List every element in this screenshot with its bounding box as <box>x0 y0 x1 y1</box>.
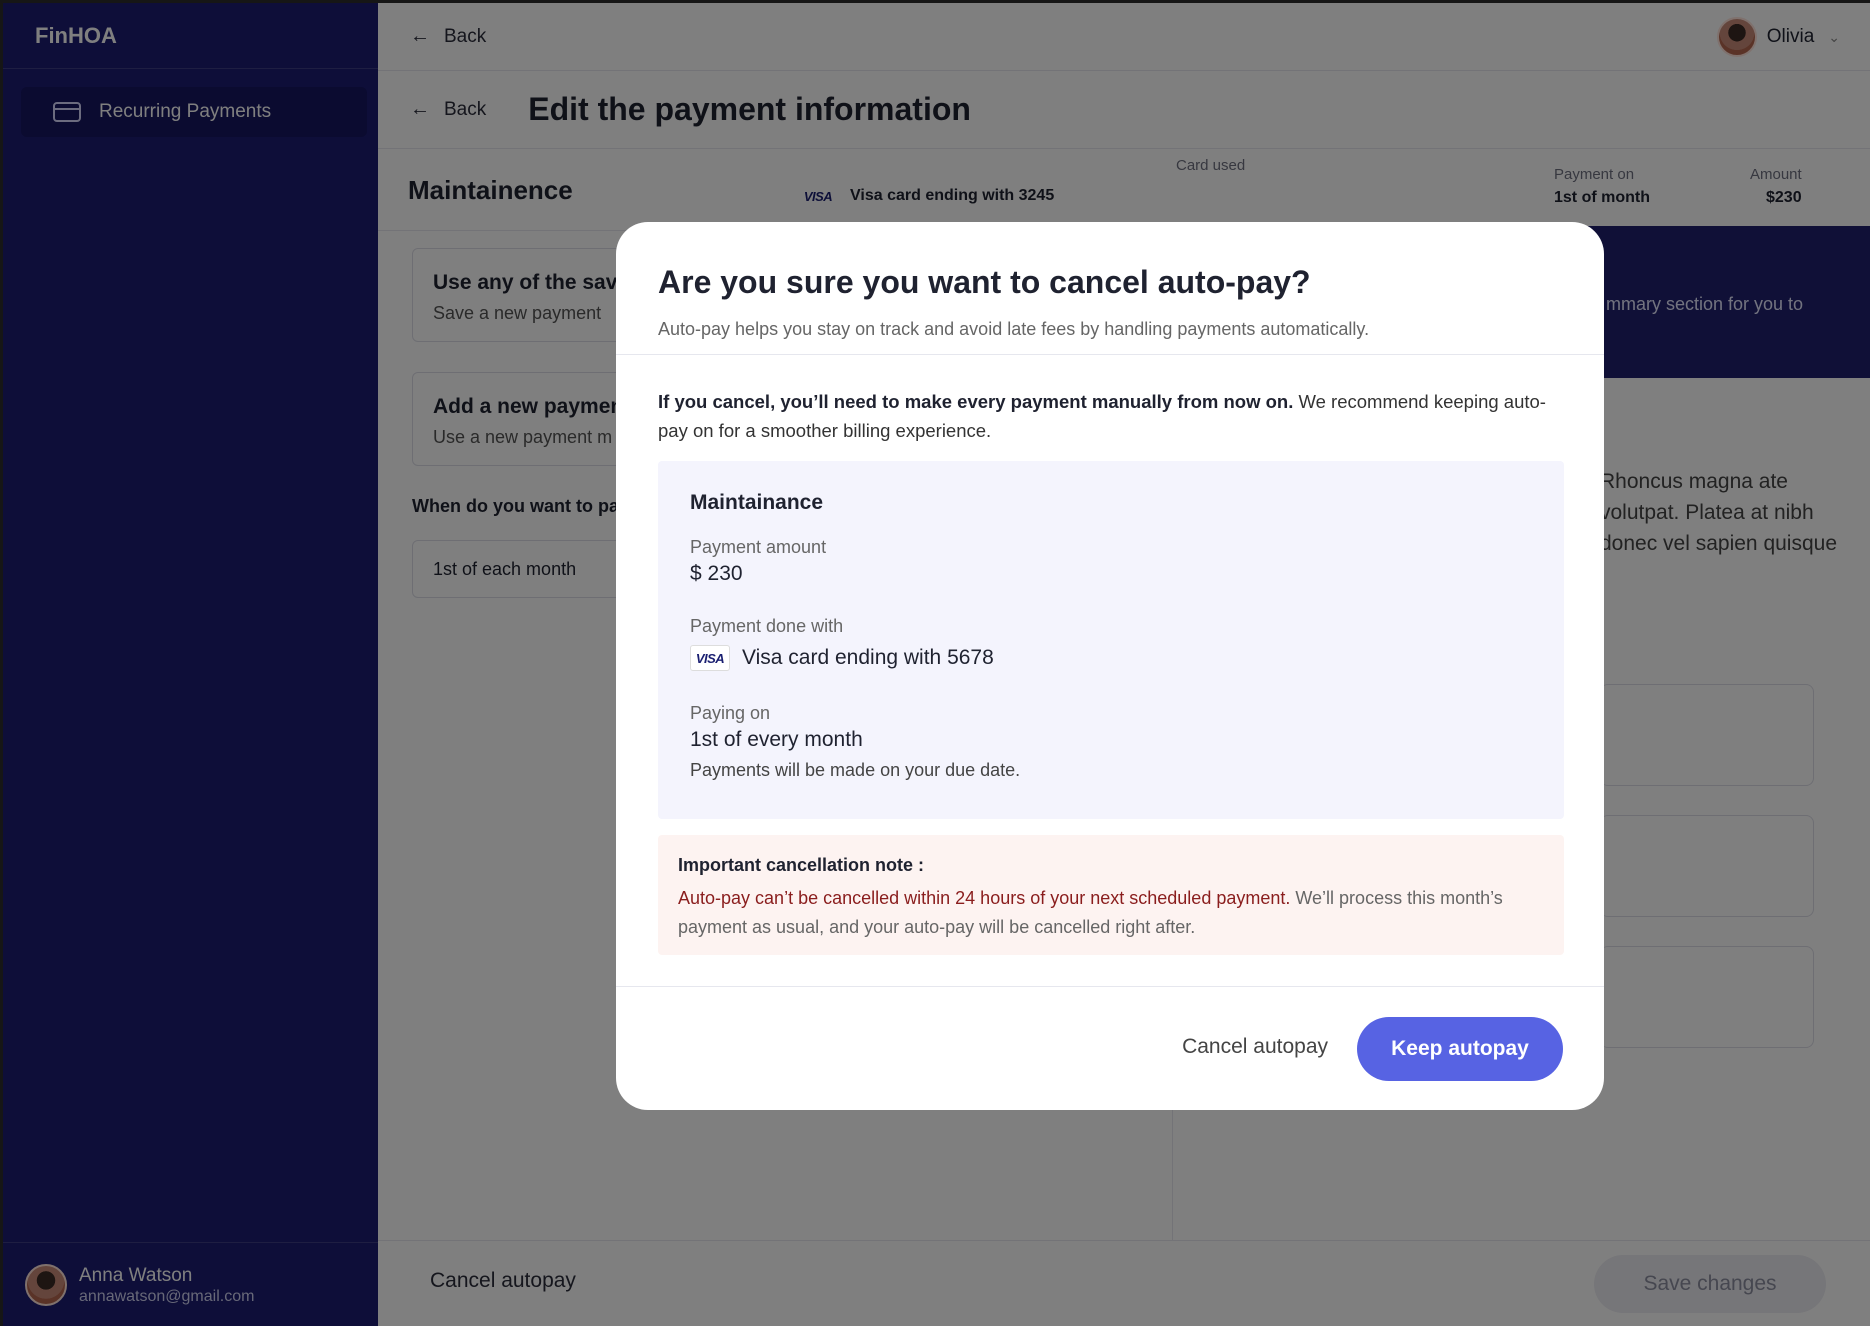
cancel-autopay-dialog: Are you sure you want to cancel auto-pay… <box>616 222 1604 1110</box>
dialog-subtitle: Auto-pay helps you stay on track and avo… <box>658 319 1370 339</box>
paying-on-label: Paying on <box>690 703 771 723</box>
warning-bold: If you cancel, you’ll need to make every… <box>658 391 1294 412</box>
amount-value: $ 230 <box>690 562 743 585</box>
paying-on-value: 1st of every month <box>690 728 863 751</box>
method-value: Visa card ending with 5678 <box>742 646 994 669</box>
payment-summary-card: Maintainance Payment amount $ 230 Paymen… <box>658 461 1564 819</box>
cancellation-alert: Important cancellation note : Auto-pay c… <box>658 835 1564 955</box>
alert-red-text: Auto-pay can’t be cancelled within 24 ho… <box>678 888 1291 908</box>
dialog-warning: If you cancel, you’ll need to make every… <box>658 387 1558 445</box>
paying-note: Payments will be made on your due date. <box>690 760 1021 780</box>
dialog-body: If you cancel, you’ll need to make every… <box>616 387 1604 955</box>
payment-method: VISA Visa card ending with 5678 <box>690 645 1532 671</box>
visa-icon: VISA <box>690 645 730 671</box>
dialog-title: Are you sure you want to cancel auto-pay… <box>658 264 1311 300</box>
cancel-autopay-button[interactable]: Cancel autopay <box>1182 1035 1328 1059</box>
method-label: Payment done with <box>690 616 844 636</box>
dialog-footer: Cancel autopay Keep autopay <box>616 986 1604 1110</box>
card-heading: Maintainance <box>690 491 824 514</box>
alert-text: Auto-pay can’t be cancelled within 24 ho… <box>678 884 1508 942</box>
keep-autopay-button[interactable]: Keep autopay <box>1357 1017 1563 1081</box>
dialog-header: Are you sure you want to cancel auto-pay… <box>616 222 1604 355</box>
alert-heading: Important cancellation note : <box>678 855 925 875</box>
amount-label: Payment amount <box>690 537 827 557</box>
